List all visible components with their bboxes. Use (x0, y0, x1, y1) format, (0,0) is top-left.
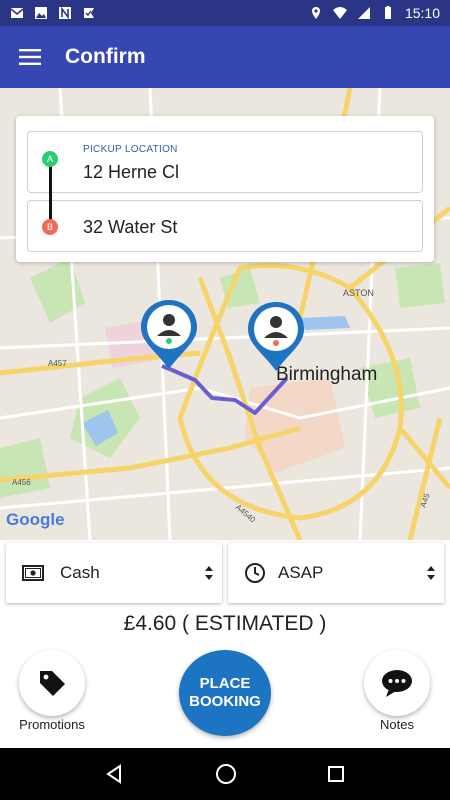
dropoff-value: 32 Water St (83, 217, 178, 237)
clock-icon (244, 562, 266, 584)
payment-selector[interactable]: Cash (6, 543, 222, 603)
map-city-label: Birmingham (276, 364, 377, 385)
place-booking-line2: BOOKING (189, 693, 261, 710)
status-bar: 15:10 (0, 0, 450, 26)
pickup-marker-a: A (42, 151, 58, 167)
mail-icon (10, 8, 24, 18)
location-icon (311, 7, 320, 19)
hamburger-icon (19, 49, 41, 65)
app-bar: Confirm (0, 26, 450, 88)
cash-icon (22, 562, 44, 584)
pickup-label: PICKUP LOCATION (83, 144, 178, 155)
place-booking-line1: PLACE (199, 675, 251, 692)
dropoff-pin-icon[interactable] (248, 302, 304, 371)
n-icon (59, 6, 71, 20)
google-logo-text: Google (6, 510, 65, 529)
payment-value: Cash (60, 563, 100, 582)
map-view[interactable]: ASTON A457 A456 A4540 A45 Birmingham Goo… (0, 88, 450, 540)
estimated-price: £4.60 ( ESTIMATED ) (123, 612, 327, 635)
pickup-field[interactable]: PICKUP LOCATION 12 Herne Cl (27, 131, 423, 193)
dropdown-arrows-icon (427, 566, 435, 580)
promotions-label: Promotions (19, 717, 85, 732)
promotions-button[interactable] (19, 650, 85, 716)
recents-icon[interactable] (327, 765, 345, 783)
signal-icon (357, 7, 370, 19)
home-icon[interactable] (215, 763, 237, 785)
check-flag-icon (84, 8, 94, 18)
time-value: ASAP (278, 563, 324, 582)
status-time: 15:10 (404, 5, 440, 21)
map-road-label-a456: A456 (12, 478, 31, 487)
route-connector (49, 166, 52, 220)
dropoff-marker-b: B (42, 219, 58, 235)
chat-bubble-icon (382, 670, 412, 697)
system-nav-bar (0, 748, 450, 800)
page-title: Confirm (65, 45, 146, 68)
dropoff-field[interactable]: 32 Water St (27, 200, 423, 252)
menu-button[interactable] (0, 26, 60, 88)
back-icon[interactable] (105, 764, 125, 784)
route-card: PICKUP LOCATION 12 Herne Cl 32 Water St … (16, 116, 434, 262)
tag-icon (40, 671, 65, 696)
google-logo: Google (6, 510, 65, 530)
place-booking-button[interactable]: PLACE BOOKING (179, 650, 271, 736)
map-road-label-a457: A457 (48, 359, 67, 368)
wifi-icon (332, 7, 347, 19)
image-icon (35, 7, 47, 19)
notes-label: Notes (380, 717, 414, 732)
time-selector[interactable]: ASAP (228, 543, 444, 603)
notes-button[interactable] (364, 650, 430, 716)
dropdown-arrows-icon (205, 566, 213, 580)
map-label-aston: ASTON (343, 288, 374, 298)
battery-icon (384, 6, 391, 19)
pickup-value: 12 Herne Cl (83, 162, 180, 182)
